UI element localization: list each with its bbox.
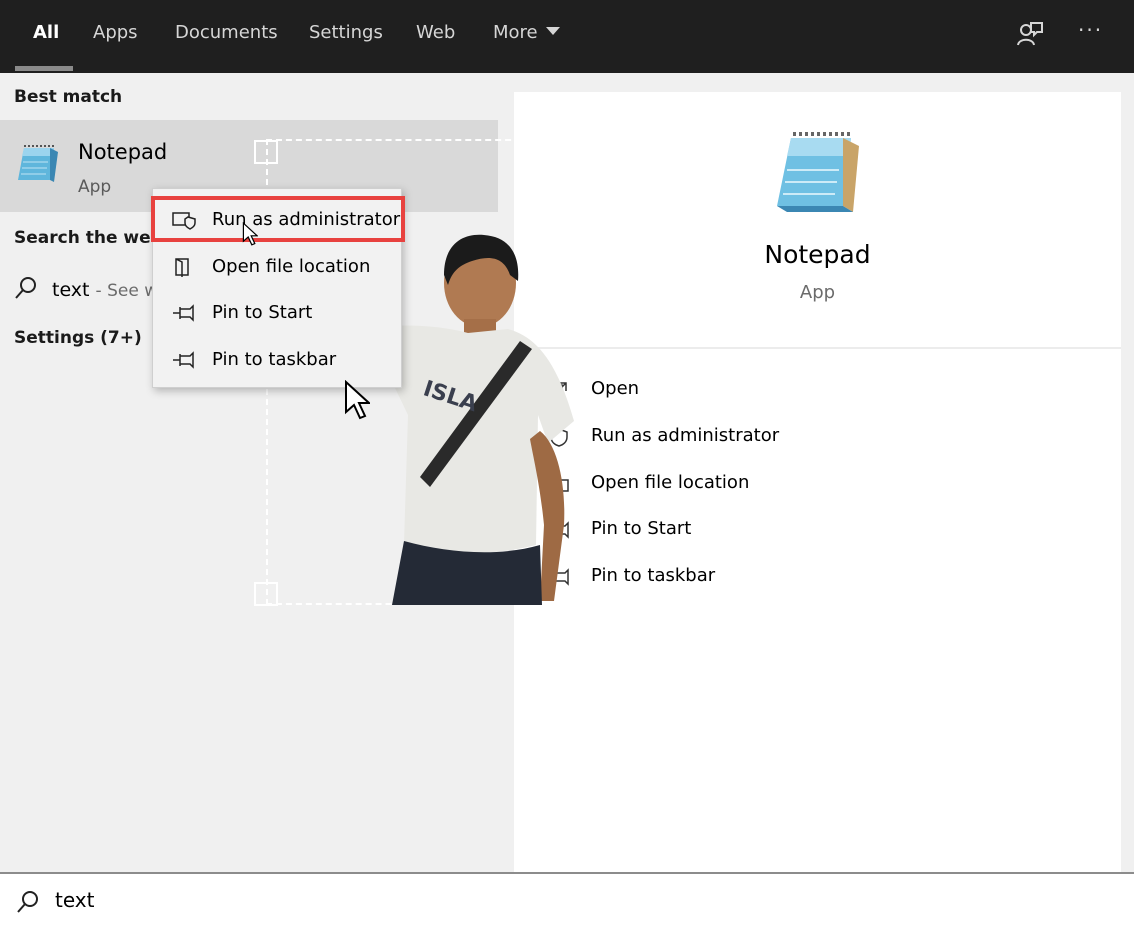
action-run-as-admin[interactable]: Run as administrator xyxy=(546,423,946,453)
action-pin-to-taskbar[interactable]: Pin to taskbar xyxy=(546,563,946,593)
action-pin-to-start[interactable]: Pin to Start xyxy=(546,516,946,546)
app-title: Notepad xyxy=(764,240,871,269)
folder-icon xyxy=(175,258,189,277)
action-run-as-admin-label: Run as administrator xyxy=(591,425,780,446)
pin-icon xyxy=(173,351,194,369)
search-input[interactable]: text xyxy=(55,888,94,912)
menu-item-open-file-location[interactable]: Open file location xyxy=(153,244,403,290)
pin-icon xyxy=(173,304,194,322)
action-open-file-location-label: Open file location xyxy=(591,472,750,493)
search-icon xyxy=(17,891,38,913)
active-tab-indicator xyxy=(15,66,73,71)
action-open[interactable]: Open xyxy=(546,376,946,406)
feedback-person-icon[interactable] xyxy=(1016,20,1044,48)
menu-item-pin-to-start[interactable]: Pin to Start xyxy=(153,290,403,336)
action-open-label: Open xyxy=(591,378,640,399)
highlight-box xyxy=(151,196,405,242)
search-box[interactable]: text xyxy=(0,872,1134,926)
tab-apps[interactable]: Apps xyxy=(93,22,138,43)
app-subtitle: App xyxy=(799,282,836,303)
menu-item-label: Open file location xyxy=(212,256,371,277)
action-open-file-location[interactable]: Open file location xyxy=(546,470,946,500)
search-icon xyxy=(15,277,36,299)
web-result-query: text xyxy=(52,279,90,301)
mouse-cursor-icon xyxy=(345,380,370,420)
menu-item-label: Pin to Start xyxy=(212,302,313,323)
web-result-suffix: - See w xyxy=(95,281,159,301)
marquee-handle[interactable] xyxy=(254,140,278,164)
more-options-icon[interactable]: ··· xyxy=(1078,18,1103,42)
search-filter-bar: All Apps Documents Settings Web More ··· xyxy=(0,0,1134,73)
search-web-heading: Search the web xyxy=(14,228,163,248)
tab-more[interactable]: More xyxy=(493,22,560,43)
web-result-item[interactable]: text - See w xyxy=(14,276,158,301)
tab-web[interactable]: Web xyxy=(416,22,455,43)
best-match-heading: Best match xyxy=(14,87,123,107)
best-match-title: Notepad xyxy=(78,140,168,164)
menu-item-pin-to-taskbar[interactable]: Pin to taskbar xyxy=(153,337,403,383)
tab-more-label: More xyxy=(493,22,538,43)
divider xyxy=(514,347,1121,349)
tab-all[interactable]: All xyxy=(33,22,59,43)
tab-documents[interactable]: Documents xyxy=(175,22,278,43)
caret-down-icon xyxy=(545,27,560,35)
notepad-icon xyxy=(18,145,58,182)
menu-item-label: Pin to taskbar xyxy=(212,349,337,370)
action-pin-to-start-label: Pin to Start xyxy=(591,518,692,539)
notepad-large-icon xyxy=(777,132,859,212)
context-menu: Run as administrator Open file location … xyxy=(151,188,405,388)
app-preview-pane: Notepad App Open Run as administrator Op… xyxy=(514,92,1121,872)
settings-heading[interactable]: Settings (7+) xyxy=(14,328,142,348)
tab-settings[interactable]: Settings xyxy=(309,22,383,43)
action-pin-to-taskbar-label: Pin to taskbar xyxy=(591,565,716,586)
mouse-cursor-icon xyxy=(242,222,258,246)
best-match-subtitle: App xyxy=(78,177,112,197)
